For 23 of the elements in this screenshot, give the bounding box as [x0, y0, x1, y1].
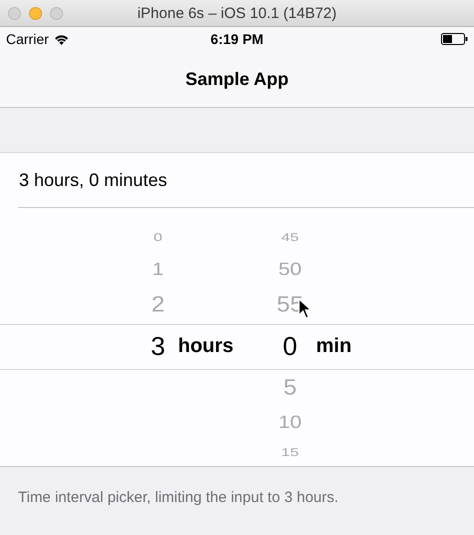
battery-icon	[441, 33, 468, 45]
duration-value: 3 hours, 0 minutes	[19, 170, 168, 190]
close-button[interactable]	[8, 6, 21, 20]
picker-unit-label: hours	[178, 334, 234, 358]
status-time: 6:19 PM	[210, 31, 264, 47]
picker-value[interactable]: 2	[151, 294, 165, 316]
picker-unit-label: min	[315, 334, 352, 358]
picker-value[interactable]: 5	[283, 377, 297, 400]
picker-value[interactable]: 0	[154, 232, 162, 244]
picker-value[interactable]: 3	[150, 333, 166, 359]
nav-title: Sample App	[185, 68, 289, 90]
picker-value[interactable]: 10	[278, 414, 302, 432]
picker-value[interactable]: 0	[282, 333, 298, 359]
window-title: iPhone 6s – iOS 10.1 (14B72)	[136, 4, 338, 22]
minimize-button[interactable]	[29, 6, 42, 20]
picker-value[interactable]: 45	[281, 232, 299, 244]
wifi-icon	[54, 34, 69, 44]
footer-caption: Time interval picker, limiting the input to 3 hours.	[18, 489, 338, 506]
picker-value[interactable]: 50	[278, 260, 302, 278]
picker-value[interactable]: 1	[152, 260, 164, 278]
picker-value[interactable]: 15	[281, 446, 299, 458]
carrier-name: Carrier	[6, 31, 49, 47]
zoom-button[interactable]	[50, 6, 63, 20]
